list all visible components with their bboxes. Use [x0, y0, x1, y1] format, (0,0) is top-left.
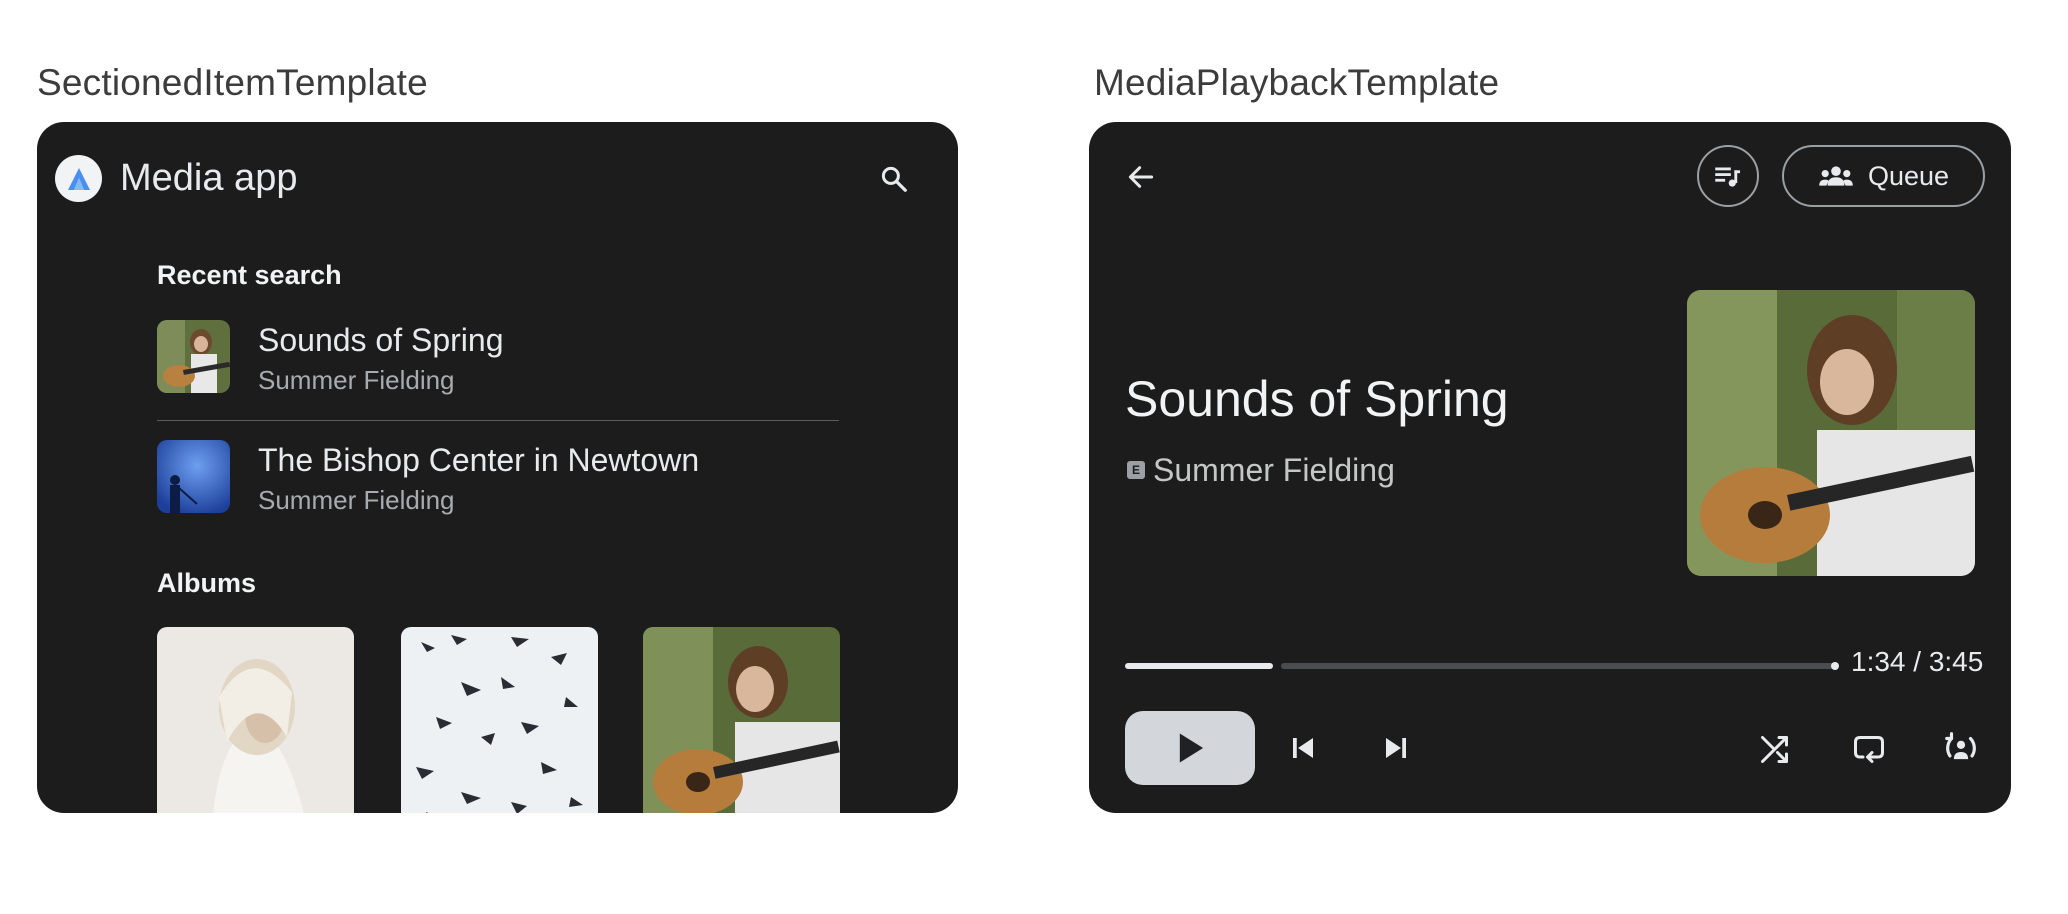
shuffle-button[interactable]	[1752, 724, 1800, 772]
skip-next-icon	[1386, 738, 1406, 758]
albums-header: Albums	[157, 568, 257, 598]
track-title: Sounds of Spring	[1125, 371, 1509, 427]
list-divider	[157, 420, 839, 421]
progress-bar[interactable]	[1125, 662, 1839, 670]
time-display: 1:34 / 3:45	[1851, 646, 1984, 677]
playlist-button[interactable]	[1697, 145, 1759, 207]
queue-label: Queue	[1867, 160, 1950, 191]
back-arrow-icon	[1128, 166, 1154, 188]
play-button[interactable]	[1125, 711, 1255, 785]
album-cover	[1687, 290, 1975, 576]
left-template-caption: SectionedItemTemplate	[37, 62, 428, 103]
track-thumbnail	[157, 440, 230, 513]
playlist-music-icon	[1715, 167, 1741, 187]
app-logo-icon	[55, 155, 102, 202]
repeat-icon	[1854, 736, 1884, 763]
recent-item-subtitle: Summer Fielding	[258, 485, 455, 515]
media-playback-template-screen: Queue Sounds of Spring E Summer Fielding…	[1089, 122, 2011, 813]
right-template-caption: MediaPlaybackTemplate	[1094, 62, 1500, 103]
recent-item-subtitle: Summer Fielding	[258, 365, 455, 395]
back-button[interactable]	[1119, 155, 1163, 199]
radio-icon	[1945, 732, 1976, 760]
app-title: Media app	[120, 157, 298, 199]
progress-fill	[1125, 663, 1273, 669]
progress-end-dot	[1831, 662, 1839, 670]
recent-item-bishop-center[interactable]: The Bishop Center in Newtown Summer Fiel…	[157, 440, 839, 540]
skip-previous-button[interactable]	[1279, 724, 1327, 772]
recent-item-title: The Bishop Center in Newtown	[258, 442, 700, 478]
recent-search-header: Recent search	[157, 260, 342, 290]
shuffle-icon	[1761, 736, 1788, 763]
queue-button[interactable]: Queue	[1782, 145, 1985, 207]
track-artist: Summer Fielding	[1153, 452, 1395, 488]
sectioned-item-template-screen: Media app Recent search Sounds of Spring…	[37, 122, 958, 813]
progress-remaining	[1281, 663, 1835, 669]
repeat-button[interactable]	[1845, 724, 1893, 772]
radio-button[interactable]	[1937, 724, 1985, 772]
search-button[interactable]	[873, 158, 915, 200]
group-icon	[1819, 166, 1853, 186]
album-card[interactable]	[157, 627, 354, 813]
search-icon	[881, 166, 907, 192]
skip-next-button[interactable]	[1372, 724, 1420, 772]
album-card[interactable]	[643, 627, 840, 813]
skip-previous-icon	[1293, 738, 1313, 758]
album-card[interactable]	[401, 627, 598, 813]
play-icon	[1179, 733, 1204, 763]
recent-item-title: Sounds of Spring	[258, 322, 504, 358]
recent-item-sounds-of-spring[interactable]: Sounds of Spring Summer Fielding	[157, 320, 839, 420]
track-thumbnail	[157, 320, 230, 393]
explicit-badge: E	[1127, 461, 1145, 479]
